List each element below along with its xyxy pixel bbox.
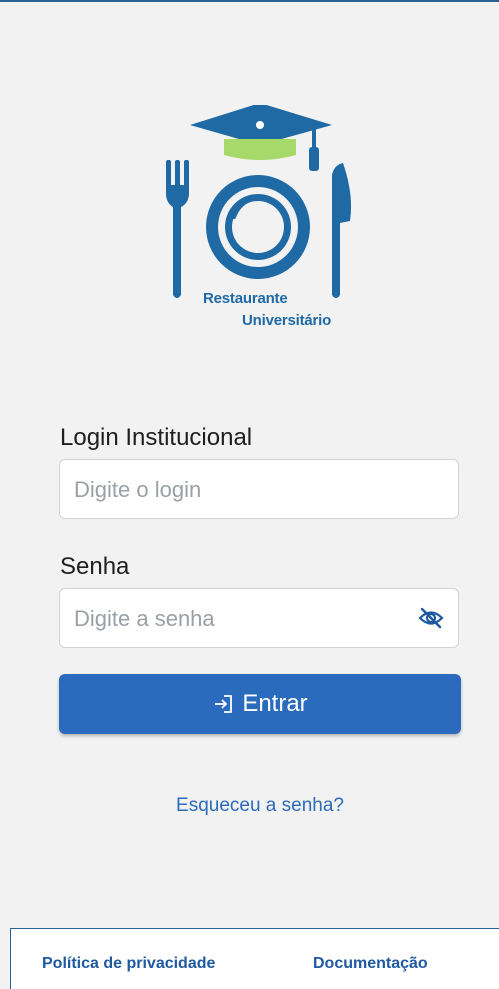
login-screen: Restaurante Universitário Login Instituc…: [0, 0, 499, 989]
brand-name-line1: Restaurante: [203, 290, 288, 307]
restaurant-logo-icon: [166, 105, 352, 298]
forgot-password-link[interactable]: Esqueceu a senha?: [0, 795, 499, 817]
enter-button[interactable]: Entrar: [59, 674, 461, 734]
login-label: Login Institucional: [60, 424, 253, 451]
top-divider: [0, 0, 499, 2]
documentation-link[interactable]: Documentação: [313, 955, 428, 973]
brand-name-line2: Universitário: [242, 312, 332, 329]
password-label: Senha: [60, 553, 130, 580]
login-icon: [215, 695, 233, 713]
password-field-box: [59, 588, 459, 649]
login-input[interactable]: [72, 460, 406, 520]
enter-button-label: Entrar: [242, 690, 308, 717]
footer-bar: Política de privacidade Documentação: [10, 928, 499, 989]
eye-slash-icon[interactable]: [418, 607, 444, 629]
privacy-policy-link[interactable]: Política de privacidade: [42, 955, 215, 973]
login-field-box: [59, 459, 459, 520]
password-input[interactable]: [72, 589, 406, 649]
